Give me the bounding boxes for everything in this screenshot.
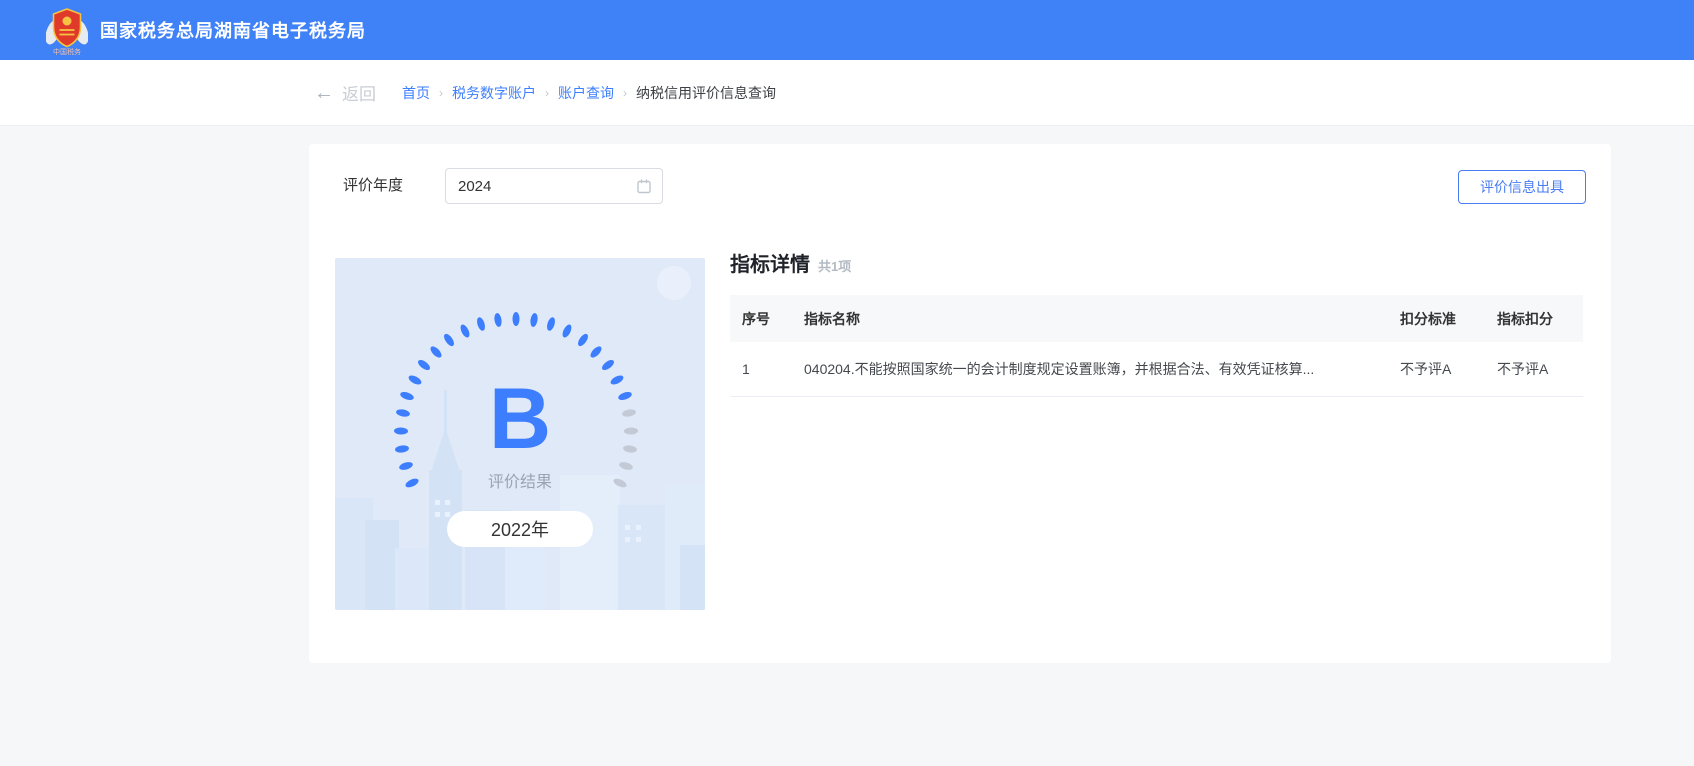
decor-circle bbox=[657, 266, 691, 300]
credit-grade-label: 评价结果 bbox=[335, 468, 705, 492]
content-card: 评价年度 2024 评价信息出具 bbox=[309, 144, 1611, 663]
gauge-dot bbox=[545, 317, 556, 332]
eval-year-input[interactable]: 2024 bbox=[445, 168, 663, 204]
gauge-dot bbox=[494, 313, 503, 328]
cell-indicator-name: 040204.不能按照国家统一的会计制度规定设置账簿，并根据合法、有效凭证核算.… bbox=[804, 359, 1400, 379]
evaluation-year-pill: 2022年 bbox=[447, 511, 593, 547]
issue-evaluation-info-button[interactable]: 评价信息出具 bbox=[1458, 170, 1586, 204]
details-title: 指标详情 bbox=[730, 248, 810, 277]
breadcrumb-separator-icon: › bbox=[439, 86, 443, 100]
details-count-badge: 共1项 bbox=[818, 256, 851, 275]
details-header: 指标详情 共1项 bbox=[730, 248, 851, 277]
credit-grade: B bbox=[335, 376, 705, 462]
evaluation-result-panel: B 评价结果 2022年 bbox=[335, 258, 705, 610]
table-header-row: 序号 指标名称 扣分标准 指标扣分 bbox=[730, 295, 1583, 342]
breadcrumb-separator-icon: › bbox=[623, 86, 627, 100]
gauge-dot bbox=[561, 323, 574, 339]
gauge-dot bbox=[576, 333, 590, 348]
indicator-table: 序号 指标名称 扣分标准 指标扣分 1 040204.不能按照国家统一的会计制度… bbox=[730, 295, 1583, 397]
eval-year-value: 2024 bbox=[458, 178, 636, 195]
app-title: 国家税务总局湖南省电子税务局 bbox=[100, 17, 366, 43]
tax-bureau-emblem-icon: 中国税务 bbox=[46, 7, 88, 55]
cell-indicator-deduction: 不予评A bbox=[1497, 359, 1583, 379]
gauge-dot bbox=[529, 313, 538, 328]
app-header: 中国税务 国家税务总局湖南省电子税务局 bbox=[0, 0, 1694, 60]
col-header-seq: 序号 bbox=[730, 309, 804, 329]
back-arrow-icon: ← bbox=[314, 83, 334, 103]
gauge-dot bbox=[513, 312, 520, 326]
svg-text:中国税务: 中国税务 bbox=[53, 47, 81, 55]
breadcrumb-current-page: 纳税信用评价信息查询 bbox=[636, 83, 776, 103]
col-header-indicator-name: 指标名称 bbox=[804, 309, 1400, 329]
breadcrumb-account-query[interactable]: 账户查询 bbox=[558, 83, 614, 103]
back-button[interactable]: ← 返回 bbox=[314, 80, 376, 105]
calendar-icon[interactable] bbox=[636, 178, 652, 194]
breadcrumb-digital-account[interactable]: 税务数字账户 bbox=[452, 83, 536, 103]
breadcrumb-home[interactable]: 首页 bbox=[402, 83, 430, 103]
gauge-dot bbox=[442, 333, 456, 348]
gauge-dot bbox=[476, 317, 487, 332]
col-header-indicator-deduction: 指标扣分 bbox=[1497, 309, 1583, 329]
table-row[interactable]: 1 040204.不能按照国家统一的会计制度规定设置账簿，并根据合法、有效凭证核… bbox=[730, 342, 1583, 397]
gauge-dot bbox=[428, 344, 443, 359]
cell-deduction-standard: 不予评A bbox=[1400, 359, 1497, 379]
gauge-dot bbox=[589, 344, 604, 359]
gauge-dot bbox=[458, 323, 471, 339]
cell-seq: 1 bbox=[730, 361, 804, 377]
eval-year-label: 评价年度 bbox=[343, 168, 403, 204]
col-header-deduction-standard: 扣分标准 bbox=[1400, 309, 1497, 329]
back-label: 返回 bbox=[342, 80, 376, 105]
page: 中国税务 国家税务总局湖南省电子税务局 ← 返回 首页 › 税务数字账户 › 账… bbox=[0, 0, 1694, 766]
breadcrumb: 首页 › 税务数字账户 › 账户查询 › 纳税信用评价信息查询 bbox=[402, 83, 776, 103]
breadcrumb-bar: ← 返回 首页 › 税务数字账户 › 账户查询 › 纳税信用评价信息查询 bbox=[0, 60, 1694, 126]
gauge-dot bbox=[600, 358, 615, 372]
gauge-dot bbox=[416, 358, 431, 372]
breadcrumb-separator-icon: › bbox=[545, 86, 549, 100]
